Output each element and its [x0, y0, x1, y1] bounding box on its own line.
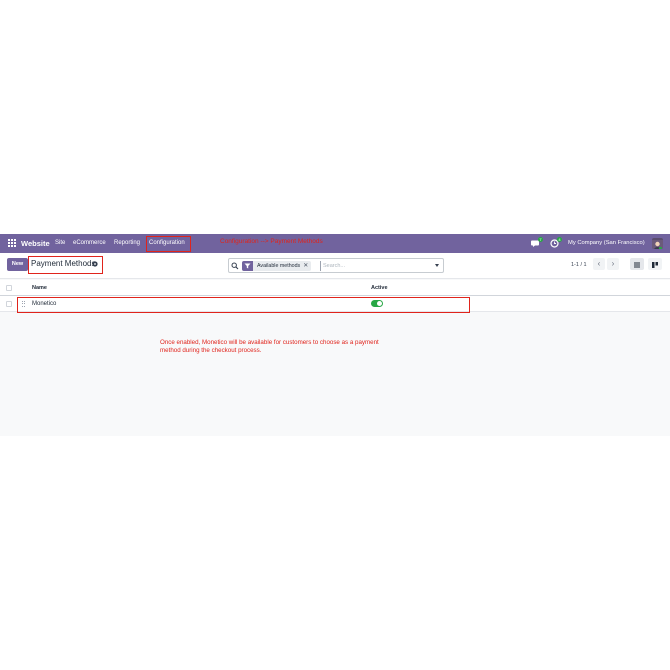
search-bar: Available methods ✕	[228, 258, 444, 273]
pager-value[interactable]: 1-1 / 1	[571, 262, 587, 269]
facet-remove-icon[interactable]: ✕	[303, 261, 311, 271]
instruction-note: Once enabled, Monetico will be available…	[160, 339, 379, 354]
pager-next-icon[interactable]: ›	[607, 258, 619, 270]
top-navbar: Website Site eCommerce Reporting Configu…	[0, 234, 670, 253]
menu-ecommerce[interactable]: eCommerce	[73, 240, 106, 247]
list-view-icon	[634, 262, 640, 268]
highlight-row	[17, 297, 470, 313]
highlight-configuration	[146, 236, 191, 252]
search-input[interactable]	[320, 261, 430, 271]
menu-site[interactable]: Site	[55, 240, 65, 247]
select-all-checkbox[interactable]	[6, 285, 12, 291]
app-window: Website Site eCommerce Reporting Configu…	[0, 234, 670, 436]
kanban-view-icon	[652, 262, 658, 268]
user-avatar[interactable]	[652, 238, 663, 249]
column-header-name[interactable]: Name	[32, 285, 47, 292]
new-button[interactable]: New	[7, 258, 28, 271]
menu-reporting[interactable]: Reporting	[114, 240, 140, 247]
app-brand[interactable]: Website	[21, 239, 50, 248]
list-view-button[interactable]	[630, 258, 644, 270]
filter-icon	[242, 261, 253, 271]
apps-grid-icon[interactable]	[8, 239, 16, 247]
pager-previous-icon[interactable]: ‹	[593, 258, 605, 270]
search-facet: Available methods ✕	[242, 261, 312, 271]
row-checkbox[interactable]	[6, 301, 12, 307]
highlight-title	[28, 256, 103, 274]
facet-label: Available methods	[257, 263, 301, 269]
activity-badge: 4	[557, 237, 562, 242]
company-switcher[interactable]: My Company (San Francisco)	[568, 240, 645, 247]
search-icon[interactable]	[231, 262, 239, 270]
list-header: Name Active	[0, 280, 670, 296]
navigation-annotation: Configuration --> Payment Methods	[220, 238, 323, 245]
kanban-view-button[interactable]	[648, 258, 662, 270]
column-header-active[interactable]: Active	[371, 285, 388, 292]
search-options-toggle-icon[interactable]	[435, 264, 439, 267]
messages-badge: 7	[538, 237, 543, 242]
